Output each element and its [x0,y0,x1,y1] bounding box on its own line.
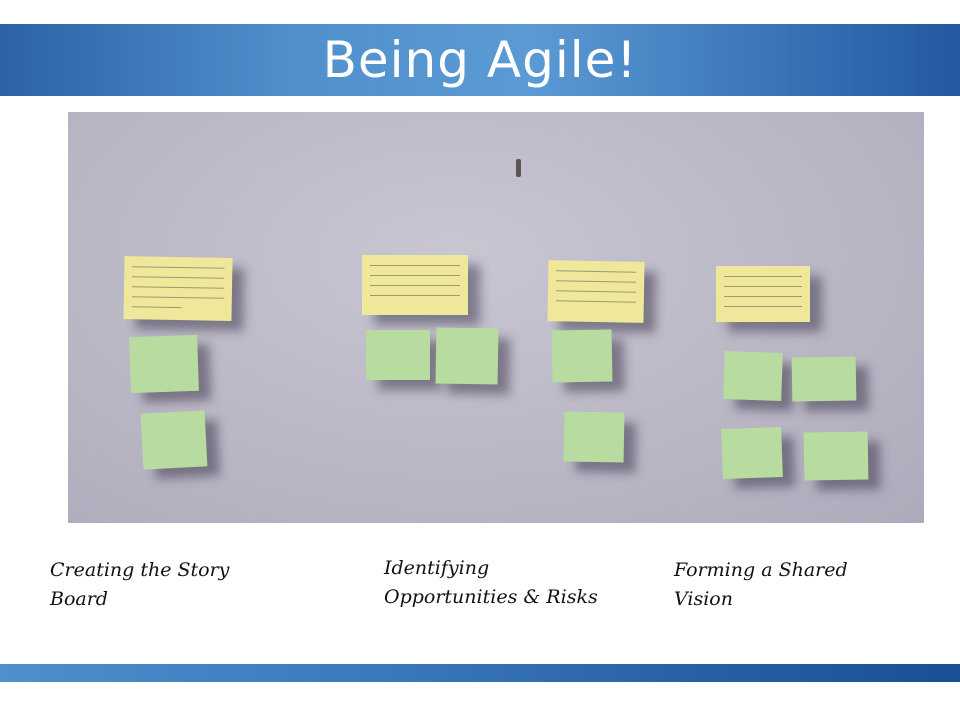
story-board-photo [68,112,924,523]
slide-title: Being Agile! [322,31,638,89]
caption-opportunities-risks: Identifying Opportunities & Risks [384,557,598,608]
story-card-3 [547,260,645,323]
sticky-note [140,410,208,470]
sticky-note [721,426,783,480]
sticky-note [563,411,625,463]
sticky-note [129,334,199,394]
sticky-note [435,327,499,385]
sticky-note [791,356,857,402]
story-card-1 [123,256,233,321]
story-card-2 [362,255,468,315]
sticky-note [723,351,783,401]
sticky-note [803,431,869,481]
sticky-note [366,330,430,380]
caption-story-board: Creating the Story Board [50,559,230,610]
sticky-note [551,329,613,383]
caption-shared-vision: Forming a Shared Vision [674,559,848,610]
footer-bar [0,664,960,682]
story-card-4 [716,266,810,322]
wall-hook [516,159,521,177]
